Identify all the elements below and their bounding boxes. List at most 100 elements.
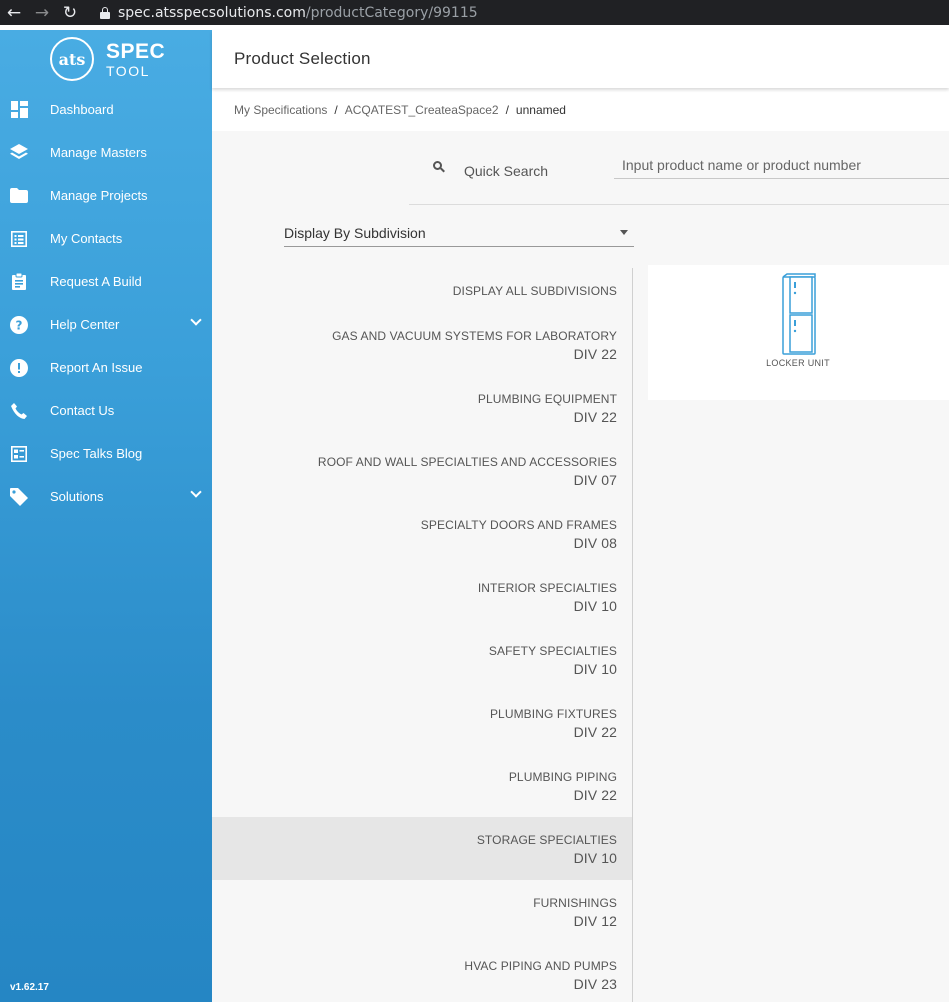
logo-subtitle: TOOL [106, 62, 150, 79]
breadcrumb-item-current: unnamed [515, 102, 566, 117]
list-item[interactable]: HVAC PIPING AND PUMPS DIV 23 [212, 943, 632, 1002]
sidebar-item-label: Contact Us [50, 403, 115, 418]
search-divider [409, 204, 949, 205]
url-host: spec.atsspecsolutions.com [118, 4, 306, 21]
caret-down-icon [620, 230, 628, 235]
sidebar-item-label: Help Center [50, 317, 120, 332]
subdivision-div: DIV 10 [573, 850, 617, 866]
subdivision-name: PLUMBING FIXTURES [489, 707, 617, 721]
breadcrumb-item-project[interactable]: ACQATEST_CreateaSpace2 [345, 103, 499, 117]
subdivision-div: DIV 12 [573, 913, 617, 929]
subdivision-div: DIV 22 [573, 409, 617, 425]
phone-icon [9, 401, 29, 421]
app-version: v1.62.17 [10, 982, 49, 993]
sidebar-item-manage-projects[interactable]: Manage Projects [0, 174, 212, 217]
sidebar-item-label: Manage Projects [50, 188, 148, 203]
sidebar-item-label: My Contacts [50, 231, 123, 246]
list-item[interactable]: SAFETY SPECIALTIES DIV 10 [212, 628, 632, 691]
subdivision-div: DIV 22 [573, 724, 617, 740]
sidebar-item-contact-us[interactable]: Contact Us [0, 389, 212, 432]
address-bar[interactable]: spec.atsspecsolutions.com/productCategor… [100, 0, 478, 25]
subdivision-name: GAS AND VACUUM SYSTEMS FOR LABORATORY [332, 329, 617, 343]
subdivision-name: DISPLAY ALL SUBDIVISIONS [452, 284, 617, 298]
subdivision-name: INTERIOR SPECIALTIES [477, 581, 617, 595]
quick-search-label: Quick Search [464, 163, 549, 179]
subdivision-name: HVAC PIPING AND PUMPS [464, 959, 617, 973]
sidebar-item-label: Manage Masters [50, 145, 147, 160]
tag-icon [9, 487, 29, 507]
breadcrumb: My Specifications / ACQATEST_CreateaSpac… [212, 88, 949, 131]
clipboard-icon [9, 272, 29, 292]
list-item[interactable]: PLUMBING PIPING DIV 22 [212, 754, 632, 817]
layers-icon [9, 143, 29, 163]
sidebar-item-manage-masters[interactable]: Manage Masters [0, 131, 212, 174]
list-item[interactable]: ROOF AND WALL SPECIALTIES AND ACCESSORIE… [212, 439, 632, 502]
page-title: Product Selection [234, 49, 371, 68]
list-item[interactable]: GAS AND VACUUM SYSTEMS FOR LABORATORY DI… [212, 313, 632, 376]
sidebar-item-report-an-issue[interactable]: Report An Issue [0, 346, 212, 389]
chevron-down-icon[interactable] [190, 314, 202, 326]
back-arrow-icon[interactable]: ← [0, 0, 28, 25]
sidebar-item-my-contacts[interactable]: My Contacts [0, 217, 212, 260]
sidebar-menu: Dashboard Manage Masters Manage Projects… [0, 88, 212, 518]
chevron-down-icon[interactable] [190, 486, 202, 498]
blog-icon [9, 444, 29, 464]
search-icon [433, 161, 445, 173]
reload-icon[interactable]: ↻ [56, 0, 84, 25]
list-item[interactable]: INTERIOR SPECIALTIES DIV 10 [212, 565, 632, 628]
subdivision-display-all[interactable]: DISPLAY ALL SUBDIVISIONS [212, 268, 632, 313]
sidebar-item-label: Request A Build [50, 274, 142, 289]
list-item[interactable]: PLUMBING FIXTURES DIV 22 [212, 691, 632, 754]
list-item-selected[interactable]: STORAGE SPECIALTIES DIV 10 [212, 817, 632, 880]
subdivision-div: DIV 22 [573, 787, 617, 803]
logo-mark-text: ats [58, 49, 86, 69]
logo-mark: ats [50, 37, 94, 81]
lock-icon [100, 6, 110, 19]
dashboard-icon [9, 100, 29, 120]
folder-icon [9, 186, 29, 206]
subdivision-div: DIV 10 [573, 661, 617, 677]
sidebar-item-spec-talks-blog[interactable]: Spec Talks Blog [0, 432, 212, 475]
main-content: Quick Search Display By Subdivision DISP… [212, 131, 949, 1002]
subdivision-div: DIV 23 [573, 976, 617, 992]
list-item[interactable]: PLUMBING EQUIPMENT DIV 22 [212, 376, 632, 439]
subdivision-div: DIV 08 [573, 535, 617, 551]
sidebar-item-label: Report An Issue [50, 360, 143, 375]
subdivision-name: FURNISHINGS [533, 896, 617, 910]
sidebar-item-dashboard[interactable]: Dashboard [0, 88, 212, 131]
sidebar: ats SPEC TOOL Dashboard Manage Masters M… [0, 30, 212, 1002]
url-path: /productCategory/99115 [305, 4, 478, 21]
alert-icon [9, 358, 29, 378]
forward-arrow-icon[interactable]: → [28, 0, 56, 25]
sidebar-item-solutions[interactable]: Solutions [0, 475, 212, 518]
question-icon: ? [9, 315, 29, 335]
breadcrumb-separator: / [505, 102, 509, 117]
locker-icon [782, 273, 816, 355]
sidebar-item-request-a-build[interactable]: Request A Build [0, 260, 212, 303]
subdivision-name: SPECIALTY DOORS AND FRAMES [420, 518, 617, 532]
subdivision-name: STORAGE SPECIALTIES [476, 833, 617, 847]
contacts-list-icon [9, 229, 29, 249]
display-mode-value: Display By Subdivision [284, 224, 426, 241]
app-logo[interactable]: ats SPEC TOOL [0, 30, 212, 88]
subdivision-div: DIV 22 [573, 346, 617, 362]
product-card[interactable]: LOCKER UNIT [648, 265, 949, 400]
browser-toolbar: ← → ↻ spec.atsspecsolutions.com/productC… [0, 0, 949, 25]
search-input[interactable] [614, 151, 949, 179]
subdivision-name: PLUMBING EQUIPMENT [477, 392, 617, 406]
subdivision-div: DIV 10 [573, 598, 617, 614]
logo-title: SPEC [106, 39, 166, 63]
subdivision-div: DIV 07 [573, 472, 617, 488]
breadcrumb-item-my-specifications[interactable]: My Specifications [234, 103, 327, 117]
subdivision-name: PLUMBING PIPING [508, 770, 617, 784]
list-item[interactable]: FURNISHINGS DIV 12 [212, 880, 632, 943]
display-mode-select[interactable]: Display By Subdivision [284, 219, 634, 247]
page-header: Product Selection [212, 30, 949, 88]
sidebar-item-label: Solutions [50, 489, 104, 504]
sidebar-item-label: Dashboard [50, 102, 114, 117]
subdivision-list: DISPLAY ALL SUBDIVISIONS GAS AND VACUUM … [212, 268, 633, 1002]
list-item[interactable]: SPECIALTY DOORS AND FRAMES DIV 08 [212, 502, 632, 565]
subdivision-name: SAFETY SPECIALTIES [488, 644, 617, 658]
subdivision-name: ROOF AND WALL SPECIALTIES AND ACCESSORIE… [317, 455, 617, 469]
sidebar-item-help-center[interactable]: ? Help Center [0, 303, 212, 346]
